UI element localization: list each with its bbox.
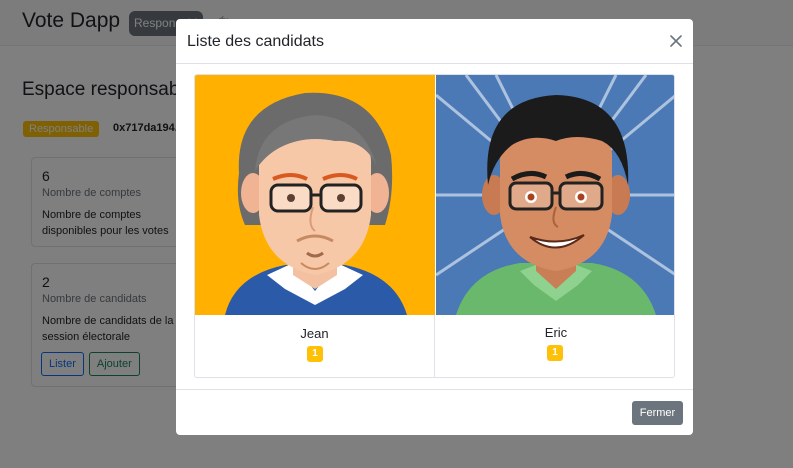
- candidate-name-eric: Eric: [544, 325, 568, 340]
- candidate-name-jean: Jean: [300, 326, 329, 341]
- candidate-card-jean: Jean 1: [195, 75, 435, 377]
- close-modal-button[interactable]: Fermer: [632, 401, 683, 425]
- modal-header: Liste des candidats: [176, 19, 693, 64]
- candidate-votes-jean: 1: [307, 346, 323, 362]
- candidates-grid: Jean 1 Eric 1: [194, 74, 675, 378]
- candidate-votes-eric: 1: [547, 345, 563, 361]
- modal-title: Liste des candidats: [187, 33, 324, 50]
- candidate-card-eric: Eric 1: [436, 75, 674, 377]
- candidates-modal: Liste des candidats Jean 1 Eric 1 Fermer: [176, 19, 693, 435]
- close-icon[interactable]: [667, 32, 685, 50]
- candidate-avatar-eric: [436, 75, 674, 315]
- modal-footer: Fermer: [176, 389, 693, 435]
- candidate-avatar-jean: [195, 75, 435, 315]
